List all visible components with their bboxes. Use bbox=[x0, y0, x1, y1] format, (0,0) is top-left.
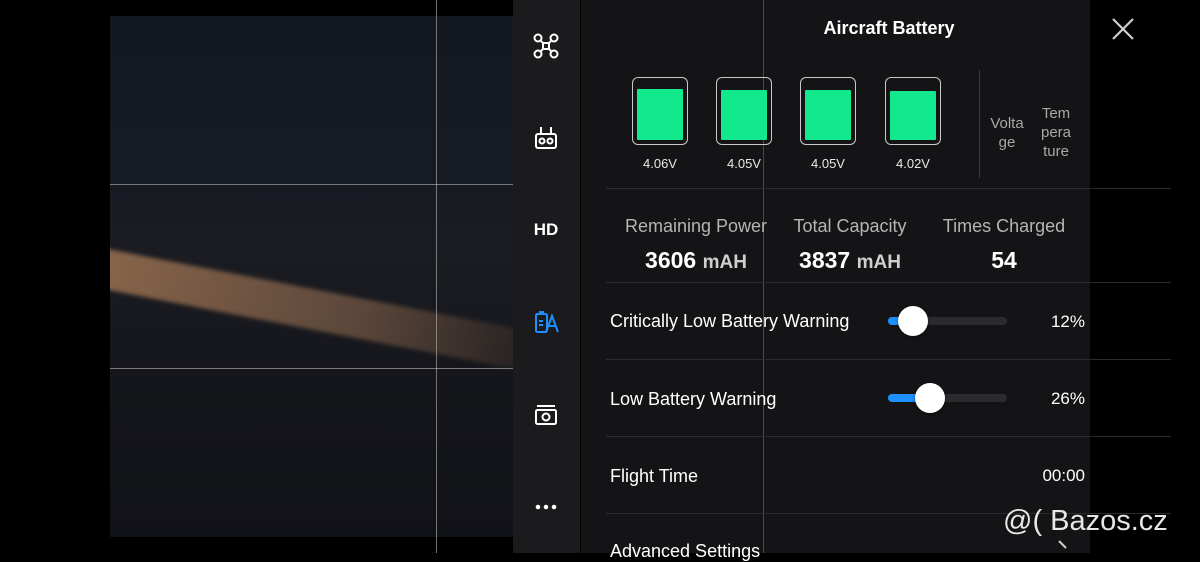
grid-line-horizontal bbox=[110, 184, 513, 185]
flight-time-label: Flight Time bbox=[610, 466, 699, 486]
cell-fill bbox=[805, 89, 851, 140]
camera-feed bbox=[110, 16, 513, 537]
cell-icon bbox=[632, 77, 688, 145]
cell-icon bbox=[716, 77, 772, 145]
divider bbox=[606, 436, 1171, 437]
low-battery-label: Low Battery Warning bbox=[610, 389, 777, 409]
grid-line-horizontal bbox=[110, 368, 513, 369]
chevron-right-icon[interactable] bbox=[1056, 539, 1070, 558]
more-icon[interactable] bbox=[526, 487, 566, 527]
watermark: @( Bazos.cz bbox=[1003, 505, 1168, 537]
stat-value: 3606 mAH bbox=[620, 247, 772, 274]
total-capacity-value: 3837 bbox=[799, 247, 851, 273]
cell-fill bbox=[637, 89, 683, 140]
page-title: Aircraft Battery bbox=[823, 18, 955, 38]
hd-transmission-icon[interactable]: HD bbox=[526, 210, 566, 250]
remote-controller-icon[interactable] bbox=[526, 118, 566, 158]
hd-label: HD bbox=[533, 220, 559, 239]
battery-cell: 4.06V bbox=[630, 77, 690, 171]
battery-cell: 4.05V bbox=[798, 77, 858, 171]
stat-label: Total Capacity bbox=[793, 216, 907, 236]
grid-line-vertical bbox=[436, 0, 437, 553]
slider-knob[interactable] bbox=[914, 383, 945, 413]
cell-voltage: 4.06V bbox=[643, 156, 677, 171]
cell-icon bbox=[885, 77, 941, 145]
cell-fill bbox=[890, 90, 936, 140]
divider bbox=[606, 359, 1171, 360]
critical-low-value: 12% bbox=[1050, 312, 1085, 331]
critical-low-label: Critically Low Battery Warning bbox=[610, 311, 850, 331]
stat-label: Remaining Power bbox=[624, 216, 768, 236]
stat-unit: mAH bbox=[856, 252, 901, 273]
total-capacity-stat: Total Capacity 3837 mAH bbox=[787, 216, 913, 274]
battery-cell: 4.05V bbox=[714, 77, 774, 171]
road-stripe bbox=[110, 246, 513, 374]
divider bbox=[979, 70, 980, 178]
settings-sidebar: HD bbox=[513, 0, 580, 553]
low-battery-slider[interactable] bbox=[888, 383, 1007, 413]
low-battery-value: 26% bbox=[1050, 389, 1085, 408]
stat-unit: mAH bbox=[702, 252, 747, 273]
advanced-settings-item[interactable]: Advanced Settings bbox=[610, 541, 760, 562]
cell-voltage: 4.05V bbox=[727, 156, 761, 171]
cell-fill bbox=[721, 89, 767, 140]
stat-value: 3837 mAH bbox=[787, 247, 913, 274]
temperature-tab[interactable]: Tem pera ture bbox=[1035, 104, 1077, 161]
cell-voltage: 4.02V bbox=[896, 156, 930, 171]
stat-label: Times Charged bbox=[942, 216, 1066, 236]
times-charged-stat: Times Charged 54 bbox=[936, 216, 1072, 274]
critical-low-slider[interactable] bbox=[888, 306, 1007, 336]
divider bbox=[606, 282, 1171, 283]
cell-icon bbox=[800, 77, 856, 145]
divider bbox=[606, 188, 1171, 189]
battery-icon[interactable] bbox=[526, 302, 566, 342]
drone-icon[interactable] bbox=[526, 26, 566, 66]
cell-voltage: 4.05V bbox=[811, 156, 845, 171]
close-icon[interactable] bbox=[1108, 14, 1138, 44]
camera-icon[interactable] bbox=[526, 395, 566, 435]
battery-cell: 4.02V bbox=[883, 77, 943, 171]
remaining-power-stat: Remaining Power 3606 mAH bbox=[620, 216, 772, 274]
remaining-power-value: 3606 bbox=[645, 247, 697, 273]
flight-time-value: 00:00 bbox=[1042, 466, 1085, 485]
voltage-tab[interactable]: Volta ge bbox=[986, 114, 1028, 152]
times-charged-value: 54 bbox=[991, 247, 1017, 273]
